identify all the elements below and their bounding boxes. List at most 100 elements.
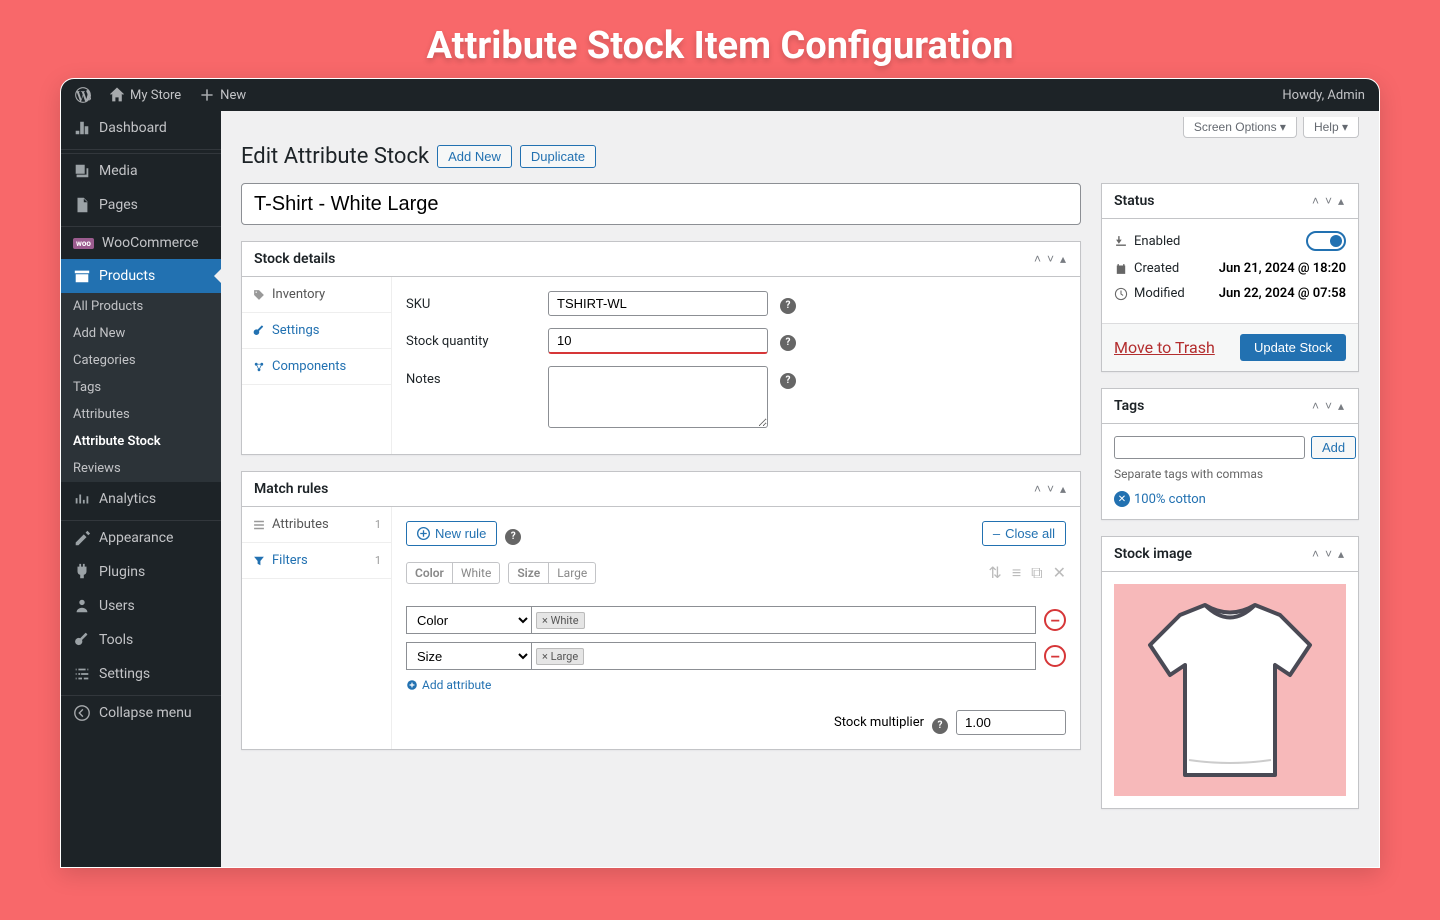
tags-input[interactable] — [1114, 436, 1305, 459]
match-rules-box: Match rules ˄˅▴ Attributes1 Filters1 — [241, 471, 1081, 750]
sidebar-sub-categories[interactable]: Categories — [61, 347, 221, 374]
delete-row-button[interactable]: – — [1044, 609, 1066, 631]
sku-input[interactable] — [548, 291, 768, 316]
new-link[interactable]: New — [193, 87, 252, 103]
move-down-icon[interactable]: ˅ — [1045, 480, 1056, 498]
sidebar-item-woocommerce[interactable]: wooWooCommerce — [61, 227, 221, 259]
qty-label: Stock quantity — [406, 328, 536, 349]
move-up-icon[interactable]: ˄ — [1032, 480, 1043, 498]
attr-select-color[interactable]: Color — [406, 606, 532, 634]
toggle-icon[interactable]: ▴ — [1058, 480, 1068, 498]
qty-help-icon[interactable] — [780, 334, 796, 351]
notes-label: Notes — [406, 366, 536, 387]
stock-image[interactable] — [1114, 584, 1346, 796]
woo-icon: woo — [73, 238, 94, 249]
sidebar-item-tools[interactable]: Tools — [61, 623, 221, 657]
sidebar-sub-attribute-stock[interactable]: Attribute Stock — [61, 428, 221, 455]
sidebar-submenu-products: All Products Add New Categories Tags Att… — [61, 293, 221, 482]
sidebar-item-products[interactable]: Products — [61, 259, 221, 293]
stock-image-box: Stock image˄˅▴ — [1101, 536, 1359, 809]
close-all-button[interactable]: – Close all — [982, 521, 1066, 546]
multiplier-help-icon[interactable] — [932, 717, 948, 734]
sidebar-item-settings[interactable]: Settings — [61, 657, 221, 691]
clock-icon — [1114, 287, 1128, 301]
appearance-icon — [73, 529, 91, 547]
multiplier-input[interactable] — [956, 710, 1066, 735]
move-to-trash-link[interactable]: Move to Trash — [1114, 338, 1215, 357]
enabled-toggle[interactable] — [1306, 231, 1346, 251]
sidebar-sub-tags[interactable]: Tags — [61, 374, 221, 401]
sidebar-sub-all-products[interactable]: All Products — [61, 293, 221, 320]
tag-input-size[interactable]: × Large — [532, 642, 1036, 670]
tab-filters[interactable]: Filters1 — [242, 543, 391, 579]
sidebar-collapse[interactable]: Collapse menu — [61, 696, 221, 730]
users-icon — [73, 597, 91, 615]
plugins-icon — [73, 563, 91, 581]
toggle-icon[interactable]: ▴ — [1058, 250, 1068, 268]
analytics-icon — [73, 490, 91, 508]
sidebar-item-users[interactable]: Users — [61, 589, 221, 623]
stock-details-title: Stock details — [254, 251, 335, 267]
tshirt-icon — [1125, 590, 1335, 790]
rule-row: Color × White – — [406, 606, 1066, 634]
sidebar-item-pages[interactable]: Pages — [61, 188, 221, 222]
add-new-button[interactable]: Add New — [437, 145, 512, 168]
sort-icon[interactable]: ⇅ — [988, 563, 1001, 583]
main-content: Screen Options ▾ Help ▾ Edit Attribute S… — [221, 111, 1379, 867]
tab-attributes[interactable]: Attributes1 — [242, 507, 391, 543]
close-icon[interactable]: ✕ — [1053, 563, 1066, 583]
move-up-icon[interactable]: ˄ — [1032, 250, 1043, 268]
remove-tag-icon[interactable]: ✕ — [1114, 491, 1130, 507]
tag-input-color[interactable]: × White — [532, 606, 1036, 634]
sidebar-sub-add-new[interactable]: Add New — [61, 320, 221, 347]
new-rule-button[interactable]: New rule — [406, 521, 497, 546]
tags-title: Tags — [1114, 398, 1144, 414]
filter-icon — [252, 554, 266, 568]
qty-input[interactable] — [548, 328, 768, 354]
wrench-icon — [252, 324, 266, 338]
admin-bar: My Store New Howdy, Admin — [61, 79, 1379, 111]
screen-options-button[interactable]: Screen Options ▾ — [1183, 117, 1297, 138]
tag-icon — [252, 288, 266, 302]
tags-hint: Separate tags with commas — [1114, 467, 1346, 481]
sidebar: Dashboard Media Pages wooWooCommerce Pro… — [61, 111, 221, 867]
sku-label: SKU — [406, 291, 536, 312]
media-icon — [73, 162, 91, 180]
products-icon — [73, 267, 91, 285]
notes-input[interactable] — [548, 366, 768, 428]
attr-select-size[interactable]: Size — [406, 642, 532, 670]
menu-icon[interactable]: ≡ — [1012, 563, 1021, 583]
help-button[interactable]: Help ▾ — [1303, 117, 1359, 138]
status-box: Status˄˅▴ Enabled CreatedJun 21, 2024 @ … — [1101, 183, 1359, 372]
plus-icon — [199, 87, 215, 103]
sidebar-sub-reviews[interactable]: Reviews — [61, 455, 221, 482]
add-attribute-button[interactable]: Add attribute — [406, 678, 1066, 692]
multiplier-label: Stock multiplier — [834, 715, 924, 730]
tab-components[interactable]: Components — [242, 349, 391, 385]
update-stock-button[interactable]: Update Stock — [1240, 334, 1346, 361]
move-down-icon[interactable]: ˅ — [1045, 250, 1056, 268]
enabled-icon — [1114, 234, 1128, 248]
add-tag-button[interactable]: Add — [1311, 436, 1356, 459]
site-link[interactable]: My Store — [103, 87, 187, 103]
sidebar-item-analytics[interactable]: Analytics — [61, 482, 221, 516]
components-icon — [252, 360, 266, 374]
tab-inventory[interactable]: Inventory — [242, 277, 391, 313]
sidebar-item-media[interactable]: Media — [61, 154, 221, 188]
sku-help-icon[interactable] — [780, 297, 796, 314]
title-input[interactable] — [241, 183, 1081, 225]
wp-logo[interactable] — [69, 87, 97, 103]
sidebar-item-appearance[interactable]: Appearance — [61, 521, 221, 555]
sidebar-item-plugins[interactable]: Plugins — [61, 555, 221, 589]
duplicate-button[interactable]: Duplicate — [520, 145, 596, 168]
list-icon — [252, 518, 266, 532]
delete-row-button[interactable]: – — [1044, 645, 1066, 667]
rules-help-icon[interactable] — [505, 528, 521, 545]
notes-help-icon[interactable] — [780, 372, 796, 389]
page-banner: Attribute Stock Item Configuration — [0, 0, 1440, 78]
user-link[interactable]: Howdy, Admin — [1276, 88, 1371, 103]
sidebar-sub-attributes[interactable]: Attributes — [61, 401, 221, 428]
copy-icon[interactable]: ⧉ — [1031, 563, 1042, 583]
tab-settings[interactable]: Settings — [242, 313, 391, 349]
sidebar-item-dashboard[interactable]: Dashboard — [61, 111, 221, 145]
